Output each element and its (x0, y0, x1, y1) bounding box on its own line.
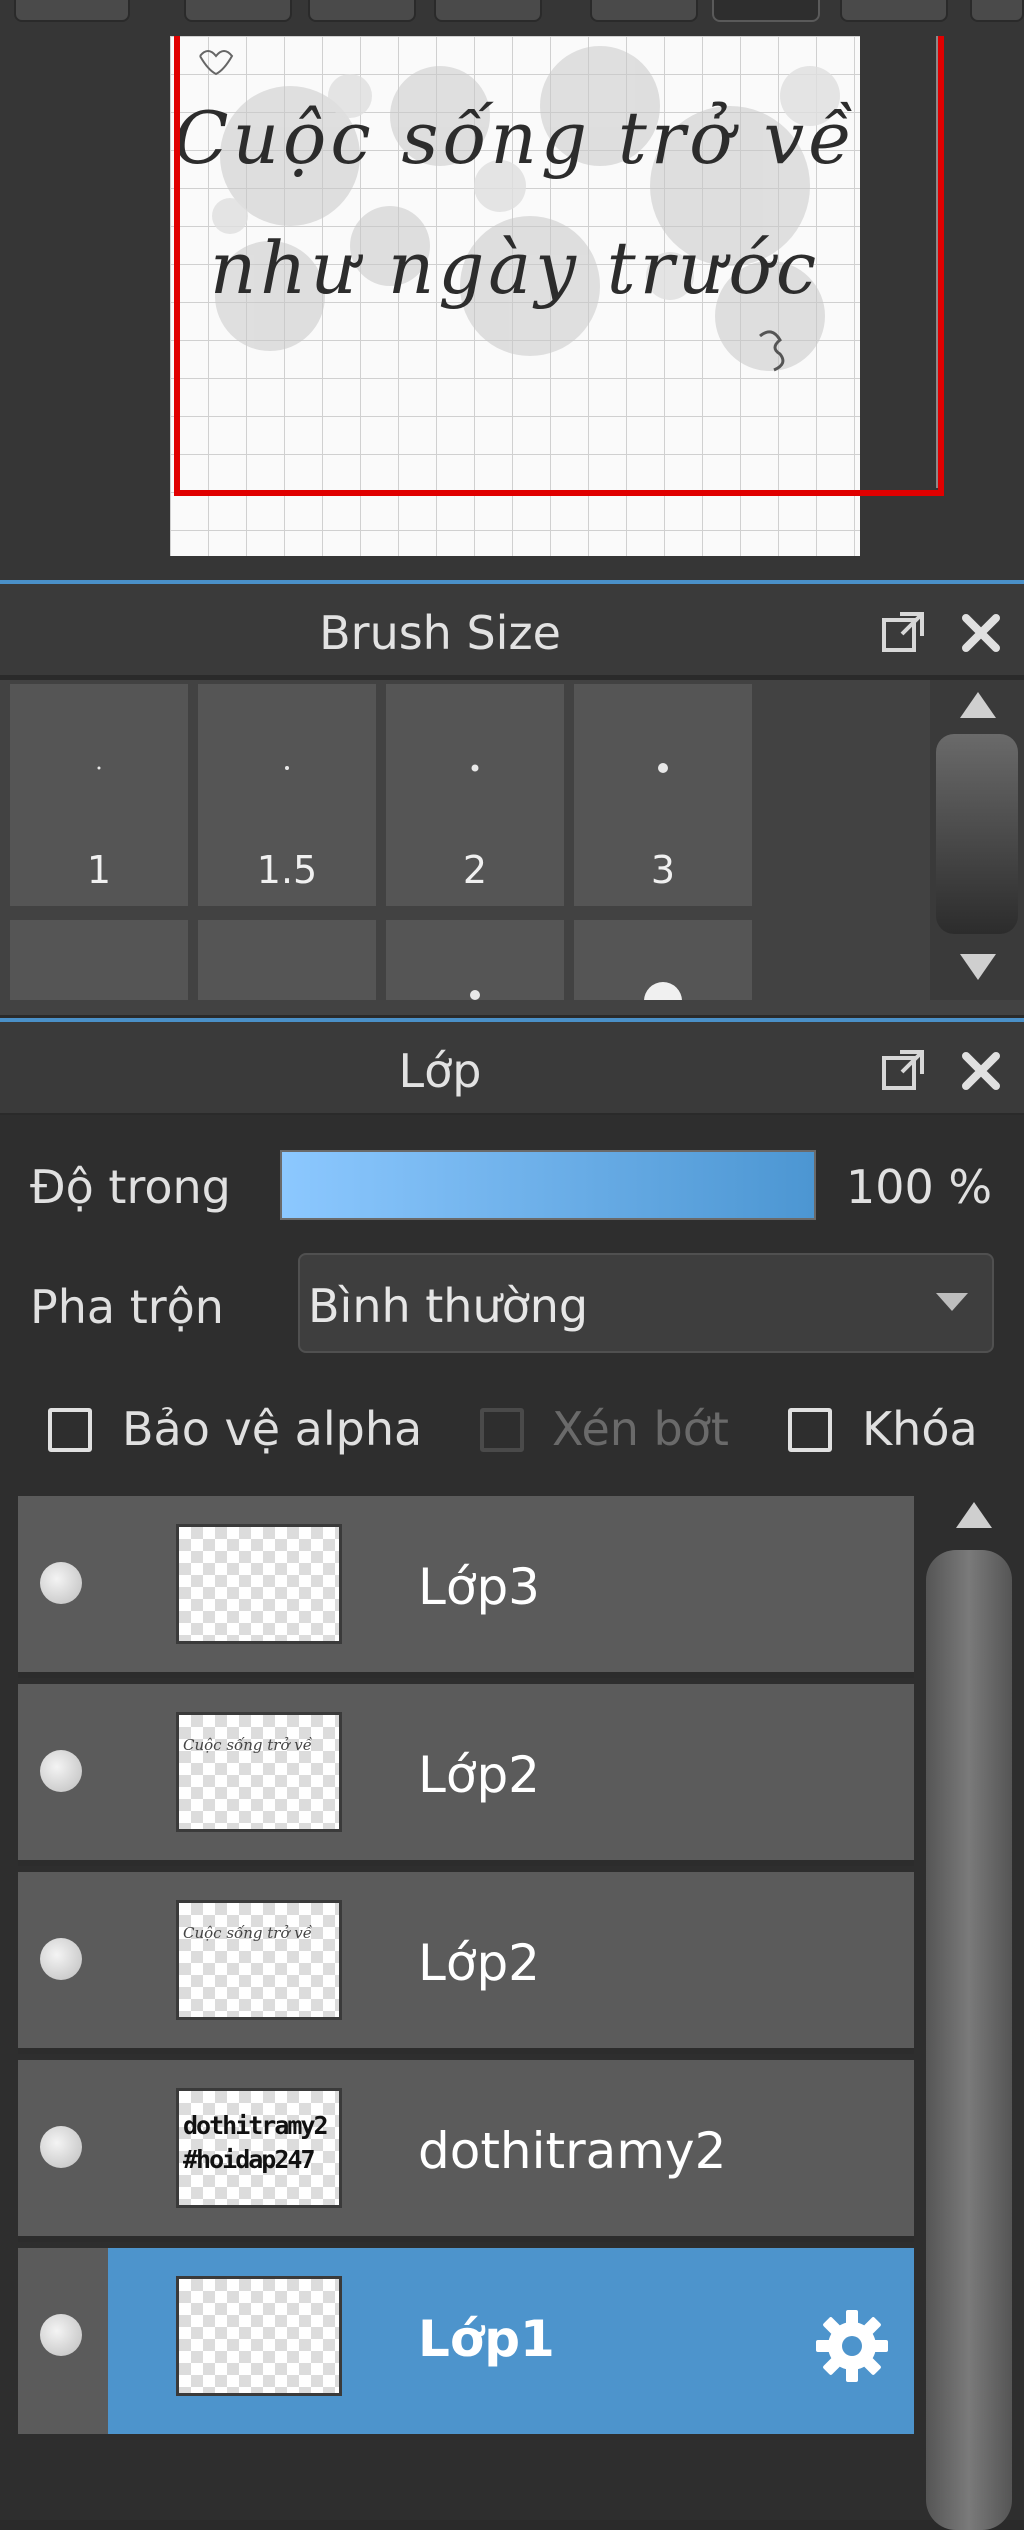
blend-mode-label: Pha trộn (30, 1280, 224, 1334)
blend-mode-select[interactable]: Bình thường (298, 1253, 994, 1353)
layer-row[interactable]: Cuộc sống trở về Lớp2 (18, 1684, 914, 1866)
visibility-toggle-icon[interactable] (40, 2314, 82, 2356)
brush-size-label: 3 (650, 848, 676, 892)
toolbar-button[interactable] (840, 0, 948, 22)
opacity-label: Độ trong (30, 1160, 231, 1214)
brush-size-preset[interactable] (574, 920, 752, 1000)
toolbar-button[interactable] (184, 0, 292, 22)
scroll-thumb[interactable] (926, 1550, 1012, 2530)
brush-size-panel-header: Brush Size (0, 580, 1024, 675)
brush-size-preset[interactable] (10, 920, 188, 1000)
brush-size-grid: 1 1.5 2 3 (0, 680, 1024, 1015)
close-icon[interactable] (958, 610, 1004, 656)
thumbnail-text: Cuộc sống trở về (183, 1736, 312, 1754)
visibility-toggle-icon[interactable] (40, 1562, 82, 1604)
visibility-toggle-icon[interactable] (40, 2126, 82, 2168)
toolbar-button[interactable] (434, 0, 542, 22)
brush-size-label: 1.5 (256, 848, 318, 892)
brush-dot (471, 764, 479, 772)
layer-thumbnail: Cuộc sống trở về (176, 1712, 342, 1832)
layer-row-selected[interactable]: Lớp1 (18, 2248, 914, 2434)
layer-thumbnail (176, 1524, 342, 1644)
layer-thumbnail: Cuộc sống trở về (176, 1900, 342, 2020)
lock-label: Khóa (862, 1402, 978, 1456)
thumbnail-text: Cuộc sống trở về (183, 1924, 312, 1942)
opacity-value: 100 % (846, 1160, 993, 1214)
layer-row[interactable]: Cuộc sống trở về Lớp2 (18, 1872, 914, 2054)
layer-row[interactable]: dothitramy2 #hoidap247 dothitramy2 (18, 2060, 914, 2242)
external-window-icon[interactable] (880, 610, 926, 656)
opacity-slider[interactable] (280, 1150, 816, 1220)
scroll-thumb[interactable] (936, 734, 1018, 934)
toolbar-button-active[interactable] (712, 0, 820, 22)
blend-mode-value: Bình thường (308, 1279, 589, 1333)
brush-dot (97, 766, 101, 770)
layer-list-scrollbar[interactable] (924, 1490, 1024, 2530)
clipping-label: Xén bớt (552, 1402, 729, 1456)
toolbar-button[interactable] (970, 0, 1024, 22)
clipping-checkbox[interactable] (480, 1408, 524, 1452)
layer-name: Lớp2 (418, 1746, 540, 1804)
brush-size-preset[interactable] (386, 920, 564, 1000)
external-window-icon[interactable] (880, 1048, 926, 1094)
brush-size-scrollbar[interactable] (930, 680, 1024, 1000)
layer-thumbnail: dothitramy2 #hoidap247 (176, 2088, 342, 2208)
visibility-toggle-icon[interactable] (40, 1750, 82, 1792)
visibility-toggle-icon[interactable] (40, 1938, 82, 1980)
brush-size-label: 2 (462, 848, 488, 892)
scroll-up-arrow-icon[interactable] (952, 1498, 996, 1532)
close-icon[interactable] (958, 1048, 1004, 1094)
brush-size-preset[interactable] (198, 920, 376, 1000)
layer-thumbnail (176, 2276, 342, 2396)
scroll-down-arrow-icon[interactable] (956, 950, 1000, 984)
toolbar-button[interactable] (308, 0, 416, 22)
brush-size-preset[interactable]: 2 (386, 684, 564, 906)
scroll-up-arrow-icon[interactable] (956, 688, 1000, 722)
brush-size-label: 1 (86, 848, 112, 892)
layer-name: Lớp2 (418, 1934, 540, 1992)
layer-row[interactable]: Lớp3 (18, 1496, 914, 1678)
brush-size-preset[interactable]: 1.5 (198, 684, 376, 906)
viewport-frame[interactable] (174, 36, 944, 496)
layer-panel-header: Lớp (0, 1018, 1024, 1113)
brush-size-preset[interactable]: 1 (10, 684, 188, 906)
chevron-down-icon (936, 1293, 968, 1311)
alpha-protect-label: Bảo vệ alpha (122, 1402, 423, 1456)
navigator-panel: Cuộc sống trở về như ngày trước (0, 0, 1024, 580)
panel-title: Lớp (398, 1044, 482, 1098)
layer-name: Lớp1 (418, 2310, 555, 2368)
layer-name: Lớp3 (418, 1558, 540, 1616)
thumbnail-text: dothitramy2 #hoidap247 (183, 2111, 329, 2174)
layer-name: dothitramy2 (418, 2122, 727, 2180)
panel-title: Brush Size (319, 606, 561, 660)
brush-dot (285, 766, 289, 770)
lock-checkbox[interactable] (788, 1408, 832, 1452)
brush-size-preset[interactable]: 3 (574, 684, 752, 906)
gear-icon[interactable] (812, 2306, 892, 2386)
brush-dot (658, 763, 668, 773)
toolbar-button[interactable] (590, 0, 698, 22)
alpha-protect-checkbox[interactable] (48, 1408, 92, 1452)
toolbar-button[interactable] (14, 0, 130, 22)
